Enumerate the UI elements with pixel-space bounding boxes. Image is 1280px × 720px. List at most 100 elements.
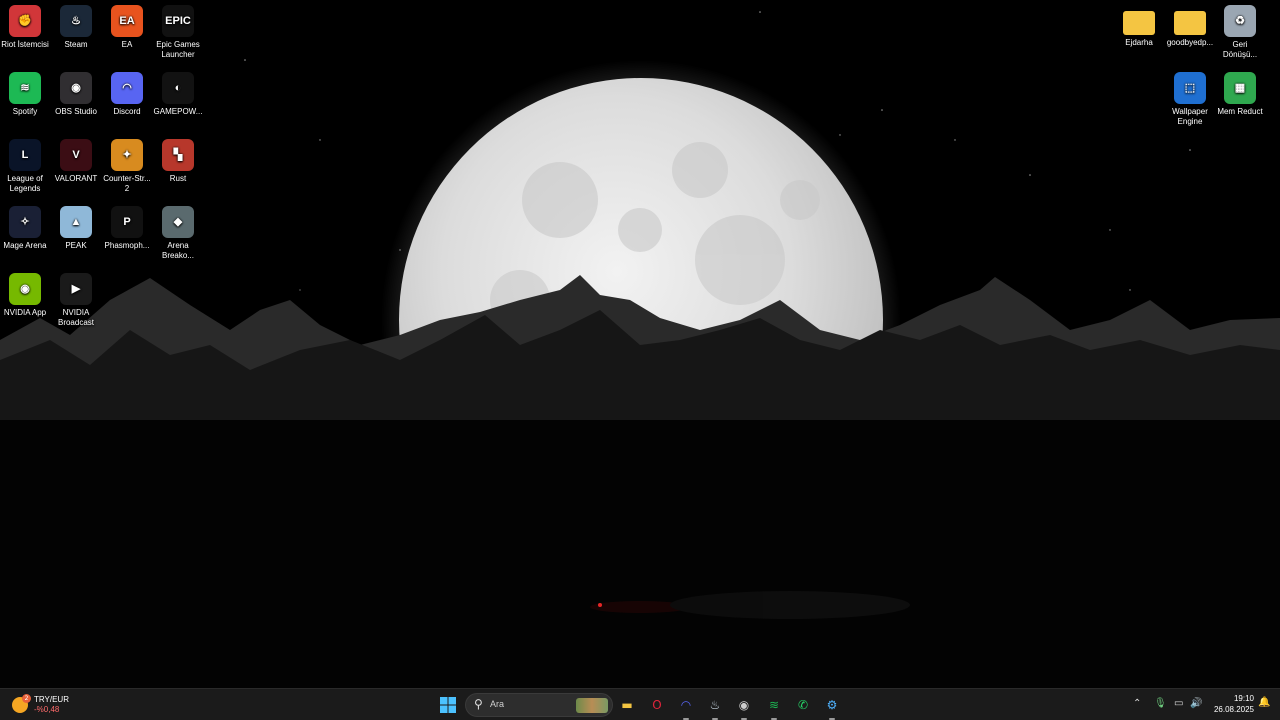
steam-taskbar[interactable]: ♨ — [705, 695, 725, 720]
desktop-icon-valorant[interactable]: V VALORANT — [51, 139, 101, 184]
desktop-icon-label: Rust — [169, 174, 187, 183]
discord-icon: ◠ — [111, 72, 143, 104]
weather-widget[interactable]: 2 TRY/EUR -%0,48 — [12, 694, 82, 716]
desktop-icon-peak[interactable]: ▲ PEAK — [51, 206, 101, 251]
clock-date: 26.08.2025 — [1213, 705, 1254, 714]
desktop-icon-gamepow[interactable]: ◐ GAMEPOW... — [153, 72, 203, 117]
peak-icon: ▲ — [60, 206, 92, 238]
search-icon: ⚲ — [474, 697, 483, 711]
valorant-icon: V — [60, 139, 92, 171]
clock-time: 19:10 — [1233, 694, 1254, 703]
obs-icon: ◉ — [60, 72, 92, 104]
desktop-icon-label: goodbyedp... — [1166, 38, 1214, 47]
desktop-icon-label: Phasmoph... — [104, 241, 150, 250]
whatsapp-icon: ✆ — [797, 698, 809, 712]
desktop-icon-label: EA — [121, 40, 133, 49]
gamepow-icon: ◐ — [162, 72, 194, 104]
volume-icon[interactable]: 🔊 — [1190, 698, 1202, 709]
nvidia-broadcast-icon: ▶ — [60, 273, 92, 305]
desktop-icon-goodbye[interactable]: goodbyedp... — [1165, 5, 1215, 48]
desktop-icon-label: NVIDIA Broadcast — [57, 308, 95, 327]
explorer-icon: ▬ — [621, 698, 633, 712]
steam-icon: ♨ — [60, 5, 92, 37]
desktop-icon-label: Ejdarha — [1125, 38, 1153, 47]
desktop-icon-rust[interactable]: ▚ Rust — [153, 139, 203, 184]
desktop-icon-nvidia-broadcast[interactable]: ▶ NVIDIA Broadcast — [51, 273, 101, 328]
desktop-icon-steam[interactable]: ♨ Steam — [51, 5, 101, 50]
obs-icon: ◉ — [738, 698, 750, 712]
system-clock[interactable]: 19:10 26.08.2025 — [1210, 693, 1254, 715]
start-button[interactable] — [438, 695, 458, 715]
desktop-icon-cs2[interactable]: ✦ Counter-Str... 2 — [102, 139, 152, 194]
desktop-icon-spotify[interactable]: ≋ Spotify — [0, 72, 50, 117]
memreduct-icon: ▦ — [1224, 72, 1256, 104]
desktop-icon-label: Arena Breako... — [161, 241, 194, 260]
desktop-icon-label: PEAK — [65, 241, 87, 250]
desktop-icon-discord[interactable]: ◠ Discord — [102, 72, 152, 117]
desktop-icon-label: Wallpaper Engine — [1172, 107, 1208, 126]
desktop-icon-mage[interactable]: ✧ Mage Arena — [0, 206, 50, 251]
steam-icon: ♨ — [709, 698, 721, 712]
network-icon[interactable]: ▭ — [1174, 698, 1183, 709]
desktop-icon-label: Geri Dönüşü... — [1222, 40, 1258, 59]
desktop-icon-label: Mage Arena — [3, 241, 47, 250]
epic-icon: EPIC — [162, 5, 194, 37]
cs2-icon: ✦ — [111, 139, 143, 171]
desktop-icon-lol[interactable]: L League of Legends — [0, 139, 50, 194]
nvidia-app-icon: ◉ — [9, 273, 41, 305]
rust-icon: ▚ — [162, 139, 194, 171]
desktop-icon-riot[interactable]: ✊ Riot İstemcisi — [0, 5, 50, 50]
microphone-icon[interactable]: 🎙 — [1154, 698, 1167, 709]
desktop-icon-label: Mem Reduct — [1217, 107, 1263, 116]
desktop-icon-epic[interactable]: EPIC Epic Games Launcher — [153, 5, 203, 60]
wallpaper-engine-taskbar[interactable]: ⚙ — [822, 695, 842, 720]
spotify-icon: ≋ — [768, 698, 780, 712]
desktop-icon-label: Spotify — [12, 107, 38, 116]
currency-pair: TRY/EUR — [34, 695, 69, 704]
notification-badge: 2 — [22, 694, 31, 703]
desktop-icon-memreduct[interactable]: ▦ Mem Reduct — [1215, 72, 1265, 117]
taskbar: 2 TRY/EUR -%0,48 ⚲ Ara ▬ O ◠ ♨ ◉ ≋ ✆ ⚙ ⌃ 🎙 ▭ 🔊 … — [0, 688, 1280, 720]
ejdarha-icon — [1123, 11, 1155, 35]
desktop-icon-ejdarha[interactable]: Ejdarha — [1114, 5, 1164, 48]
search-box[interactable]: ⚲ Ara — [465, 693, 613, 717]
spotify-taskbar[interactable]: ≋ — [764, 695, 784, 720]
wallpaper-icon: ⬚ — [1174, 72, 1206, 104]
desktop-icon-label: Discord — [113, 107, 141, 116]
whatsapp-taskbar[interactable]: ✆ — [793, 695, 813, 715]
desktop-icon-wallpaper[interactable]: ⬚ Wallpaper Engine — [1165, 72, 1215, 127]
search-highlight-art — [576, 698, 608, 713]
spotify-icon: ≋ — [9, 72, 41, 104]
desktop-icon-obs[interactable]: ◉ OBS Studio — [51, 72, 101, 117]
file-explorer-taskbar[interactable]: ▬ — [617, 695, 637, 715]
currency-change: -%0,48 — [34, 705, 60, 714]
desktop-icon-ea[interactable]: EA EA — [102, 5, 152, 50]
recycle-icon: ♻ — [1224, 5, 1256, 37]
wallpaper-icon: ⚙ — [826, 698, 838, 712]
desktop-icon-label: Steam — [64, 40, 88, 49]
opera-gx-taskbar[interactable]: O — [647, 695, 667, 715]
phasmo-icon: P — [111, 206, 143, 238]
desktop-icon-arena[interactable]: ◆ Arena Breako... — [153, 206, 203, 261]
desktop-icon-label: Epic Games Launcher — [156, 40, 200, 59]
desktop-icon-label: Riot İstemcisi — [1, 40, 49, 49]
desktop-icon-label: Counter-Str... 2 — [103, 174, 151, 193]
desktop-icon-nvidia-app[interactable]: ◉ NVIDIA App — [0, 273, 50, 318]
desktop-icon-phasmo[interactable]: P Phasmoph... — [102, 206, 152, 251]
desktop-icon-label: OBS Studio — [55, 107, 97, 116]
search-placeholder: Ara — [490, 699, 505, 709]
desktop-icon-label: NVIDIA App — [3, 308, 47, 317]
desktop-icon-recycle[interactable]: ♻ Geri Dönüşü... — [1215, 5, 1265, 60]
goodbye-icon — [1174, 11, 1206, 35]
discord-taskbar[interactable]: ◠ — [676, 695, 696, 720]
notification-bell-icon[interactable]: 🔔 — [1258, 697, 1270, 708]
obs-taskbar[interactable]: ◉ — [734, 695, 754, 720]
desktop-icon-label: GAMEPOW... — [153, 107, 203, 116]
mage-icon: ✧ — [9, 206, 41, 238]
riot-icon: ✊ — [9, 5, 41, 37]
show-hidden-icons-chevron-icon[interactable]: ⌃ — [1133, 698, 1141, 709]
lol-icon: L — [9, 139, 41, 171]
discord-icon: ◠ — [680, 698, 692, 712]
desktop-icon-label: VALORANT — [54, 174, 98, 183]
arena-icon: ◆ — [162, 206, 194, 238]
